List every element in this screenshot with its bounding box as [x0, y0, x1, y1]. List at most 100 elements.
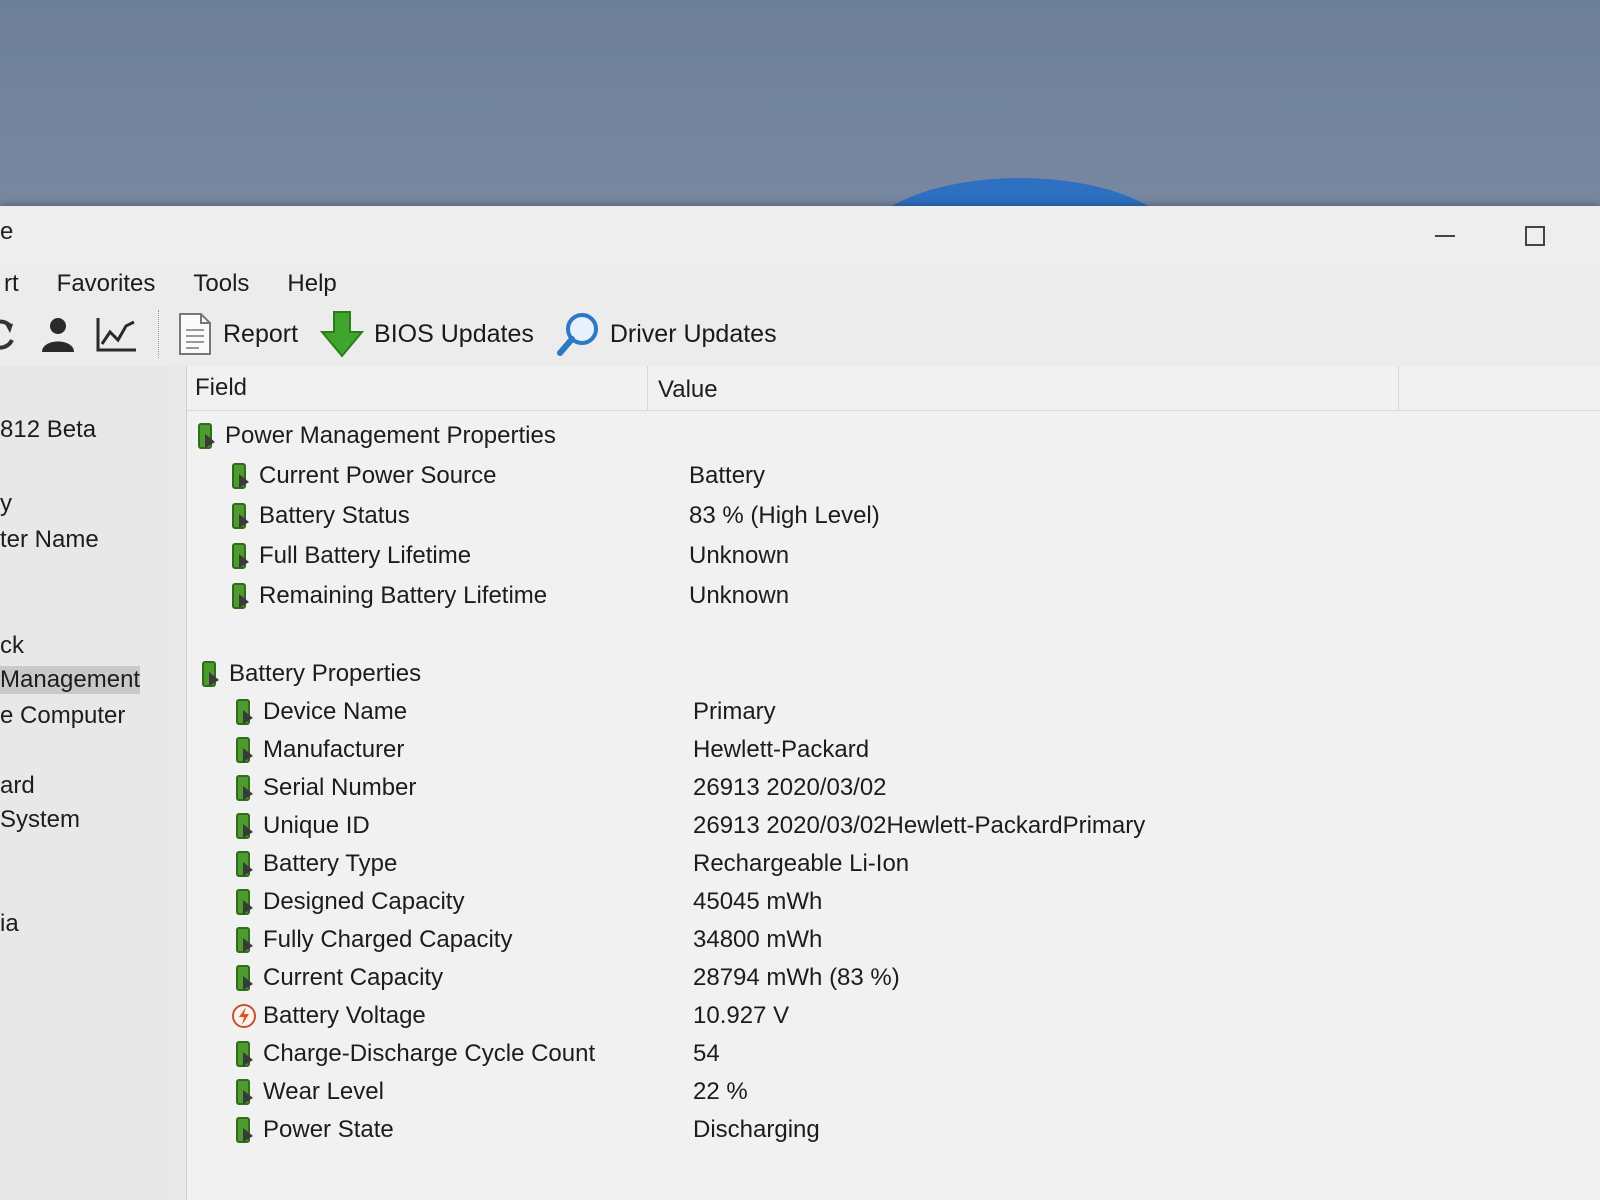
menu-favorites[interactable]: Favorites: [53, 270, 160, 298]
row-value: 34800 mWh: [693, 926, 823, 953]
panel-splitter[interactable]: [168, 366, 186, 1200]
row-value: 22 %: [693, 1078, 748, 1105]
app-window: e rt Favorites Tools Help Report BIOS Up…: [0, 206, 1600, 1200]
report-button[interactable]: Report: [177, 312, 298, 356]
magnifier-icon: [556, 313, 598, 356]
row-field: Full Battery Lifetime: [259, 542, 472, 569]
sidebar-item-summary[interactable]: y: [0, 490, 20, 518]
table-row[interactable]: Current Power Source Battery: [187, 457, 1600, 495]
benchmark-chart-icon: [96, 318, 136, 352]
battery-icon: [202, 661, 219, 687]
refresh-icon: [0, 319, 14, 350]
table-row[interactable]: Unique ID 26913 2020/03/02Hewlett-Packar…: [187, 807, 1600, 845]
row-field: Serial Number: [263, 774, 417, 801]
table-row[interactable]: Device Name Primary: [187, 693, 1600, 731]
refresh-button[interactable]: [0, 312, 22, 356]
row-field: Device Name: [263, 698, 408, 725]
green-download-arrow-icon: [320, 311, 365, 358]
battery-icon: [236, 965, 253, 991]
battery-icon: [236, 851, 253, 877]
row-value: 83 % (High Level): [689, 502, 880, 529]
row-field: Fully Charged Capacity: [263, 926, 513, 953]
table-row[interactable]: Battery Status 83 % (High Level): [187, 497, 1600, 535]
navigation-tree: 812 Beta y ter Name ck Management e Comp…: [0, 366, 169, 1200]
battery-icon: [236, 1079, 253, 1105]
column-header-value[interactable]: Value: [648, 366, 1399, 410]
battery-icon: [232, 503, 249, 529]
row-value: Primary: [693, 698, 776, 725]
voltage-icon: [232, 1004, 256, 1028]
row-value: 26913 2020/03/02: [693, 774, 887, 801]
battery-icon: [236, 699, 253, 725]
table-row[interactable]: Designed Capacity 45045 mWh: [187, 883, 1600, 921]
driver-updates-label: Driver Updates: [609, 319, 777, 348]
row-value: Unknown: [689, 582, 790, 609]
battery-icon: [236, 889, 253, 915]
window-controls: [1420, 220, 1560, 252]
table-row[interactable]: Battery Type Rechargeable Li-Ion: [187, 845, 1600, 883]
window-title: e: [0, 218, 14, 245]
sidebar-item-multimedia[interactable]: ia: [0, 910, 27, 938]
table-row[interactable]: Remaining Battery Lifetime Unknown: [187, 577, 1600, 615]
table-row[interactable]: Wear Level 22 %: [187, 1073, 1600, 1111]
bios-updates-button[interactable]: BIOS Updates: [320, 310, 534, 358]
minimize-icon: [1435, 235, 1455, 237]
sidebar-item-power-management[interactable]: Management: [0, 666, 140, 694]
table-row[interactable]: Power State Discharging: [187, 1111, 1600, 1149]
menu-tools[interactable]: Tools: [189, 270, 253, 298]
report-document-icon: [179, 313, 211, 355]
battery-icon: [236, 737, 253, 763]
sidebar-item-portable-computer[interactable]: e Computer: [0, 702, 133, 730]
details-table: Field Value Power Management Properties …: [186, 366, 1600, 1200]
sidebar-item-operating-system[interactable]: System: [0, 806, 88, 834]
battery-icon: [232, 583, 249, 609]
column-header-field[interactable]: Field: [187, 366, 648, 410]
row-field: Current Power Source: [259, 462, 497, 489]
menu-report[interactable]: rt: [0, 270, 23, 298]
row-value: Discharging: [693, 1116, 820, 1143]
sidebar-item-motherboard[interactable]: ard: [0, 772, 43, 800]
table-row[interactable]: Battery Voltage 10.927 V: [187, 997, 1600, 1035]
report-label: Report: [223, 319, 299, 348]
bios-updates-label: BIOS Updates: [374, 319, 534, 348]
row-value: 28794 mWh (83 %): [693, 964, 900, 991]
driver-updates-button[interactable]: Driver Updates: [556, 311, 777, 357]
row-value: Unknown: [689, 542, 790, 569]
row-value: 26913 2020/03/02Hewlett-PackardPrimary: [693, 812, 1146, 839]
maximize-icon: [1525, 226, 1545, 246]
menu-help[interactable]: Help: [283, 270, 340, 298]
table-row[interactable]: Fully Charged Capacity 34800 mWh: [187, 921, 1600, 959]
user-button[interactable]: [36, 312, 80, 356]
row-value: Hewlett-Packard: [693, 736, 870, 763]
group-header-battery-properties[interactable]: Battery Properties: [187, 655, 1600, 693]
battery-icon: [198, 423, 215, 449]
group-header-power-management[interactable]: Power Management Properties: [187, 417, 1600, 455]
benchmark-button[interactable]: [94, 312, 138, 356]
maximize-button[interactable]: [1510, 220, 1560, 252]
toolbar-separator: [158, 310, 161, 358]
row-field: Wear Level: [263, 1078, 384, 1105]
table-header: Field Value: [187, 366, 1600, 411]
table-row[interactable]: Serial Number 26913 2020/03/02: [187, 769, 1600, 807]
table-row[interactable]: Manufacturer Hewlett-Packard: [187, 731, 1600, 769]
user-icon: [42, 318, 74, 352]
table-row[interactable]: Charge-Discharge Cycle Count 54: [187, 1035, 1600, 1073]
row-field: Designed Capacity: [263, 888, 465, 915]
sidebar-item-clock[interactable]: ck: [0, 632, 32, 660]
battery-icon: [236, 775, 253, 801]
minimize-button[interactable]: [1420, 220, 1470, 252]
row-field: Battery Status: [259, 502, 410, 529]
row-field: Current Capacity: [263, 964, 444, 991]
row-field: Remaining Battery Lifetime: [259, 582, 548, 609]
battery-icon: [232, 463, 249, 489]
table-row[interactable]: Full Battery Lifetime Unknown: [187, 537, 1600, 575]
battery-icon: [236, 1041, 253, 1067]
sidebar-item-computer-name[interactable]: ter Name: [0, 526, 107, 554]
table-row[interactable]: Current Capacity 28794 mWh (83 %): [187, 959, 1600, 997]
row-value: Rechargeable Li-Ion: [693, 850, 910, 877]
sidebar-item-version[interactable]: 812 Beta: [0, 416, 104, 444]
row-field: Unique ID: [263, 812, 370, 839]
battery-icon: [236, 927, 253, 953]
group-title: Power Management Properties: [225, 422, 556, 449]
menu-bar: rt Favorites Tools Help: [0, 266, 1600, 302]
